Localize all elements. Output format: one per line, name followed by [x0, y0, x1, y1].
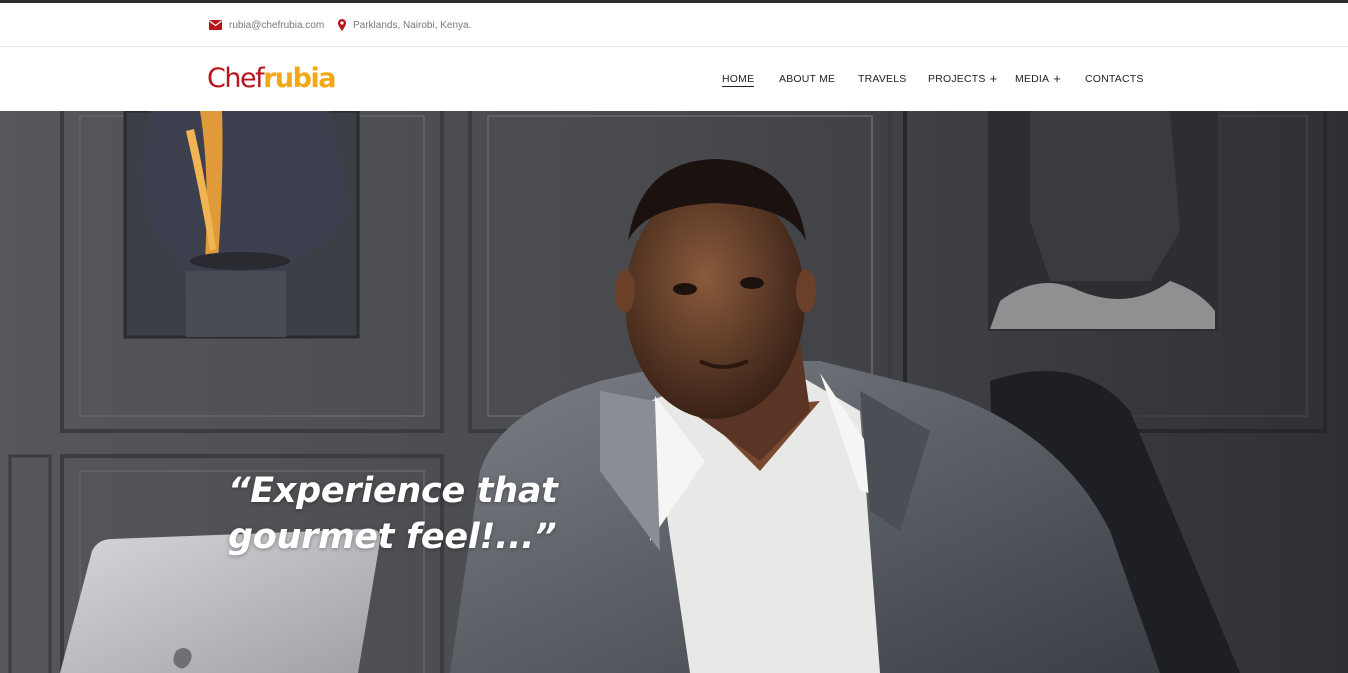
- nav-contacts-label: CONTACTS: [1085, 73, 1144, 85]
- nav-media[interactable]: MEDIA +: [1015, 47, 1061, 111]
- logo-text-chef: Chef: [207, 63, 265, 94]
- nav-home-label: HOME: [722, 73, 755, 85]
- nav-projects-plus-icon: +: [989, 71, 998, 86]
- hero-banner: “Experience that gourmet feel!...”: [0, 111, 1348, 673]
- contact-location: Parklands, Nairobi, Kenya.: [338, 3, 471, 47]
- nav-contacts[interactable]: CONTACTS: [1085, 47, 1144, 111]
- map-marker-icon: [338, 19, 346, 31]
- logo-text-rubia: rubia: [263, 63, 336, 94]
- contact-email[interactable]: rubia@chefrubia.com: [209, 3, 324, 47]
- nav-media-plus-icon: +: [1053, 71, 1062, 86]
- nav-travels[interactable]: TRAVELS: [858, 47, 906, 111]
- hero-quote-line2: gourmet feel!...”: [228, 517, 557, 557]
- nav-projects-label: PROJECTS: [928, 73, 986, 85]
- hero-quote-line1: “Experience that: [228, 471, 558, 511]
- contact-email-text: rubia@chefrubia.com: [229, 19, 325, 31]
- hero-quote: “Experience that gourmet feel!...”: [228, 468, 588, 560]
- nav-about-label: ABOUT ME: [779, 73, 836, 85]
- hero-photo: [0, 111, 1348, 673]
- nav-home[interactable]: HOME: [722, 47, 755, 111]
- nav-media-label: MEDIA: [1015, 73, 1050, 85]
- envelope-icon: [209, 20, 222, 30]
- site-logo[interactable]: Chef rubia: [207, 61, 336, 97]
- nav-projects[interactable]: PROJECTS +: [928, 47, 997, 111]
- contact-bar: rubia@chefrubia.com Parklands, Nairobi, …: [0, 3, 1348, 47]
- contact-location-text: Parklands, Nairobi, Kenya.: [353, 19, 472, 31]
- nav-travels-label: TRAVELS: [858, 73, 907, 85]
- nav-about[interactable]: ABOUT ME: [779, 47, 835, 111]
- main-navbar: Chef rubia HOME ABOUT ME TRAVELS PROJECTS…: [0, 47, 1348, 111]
